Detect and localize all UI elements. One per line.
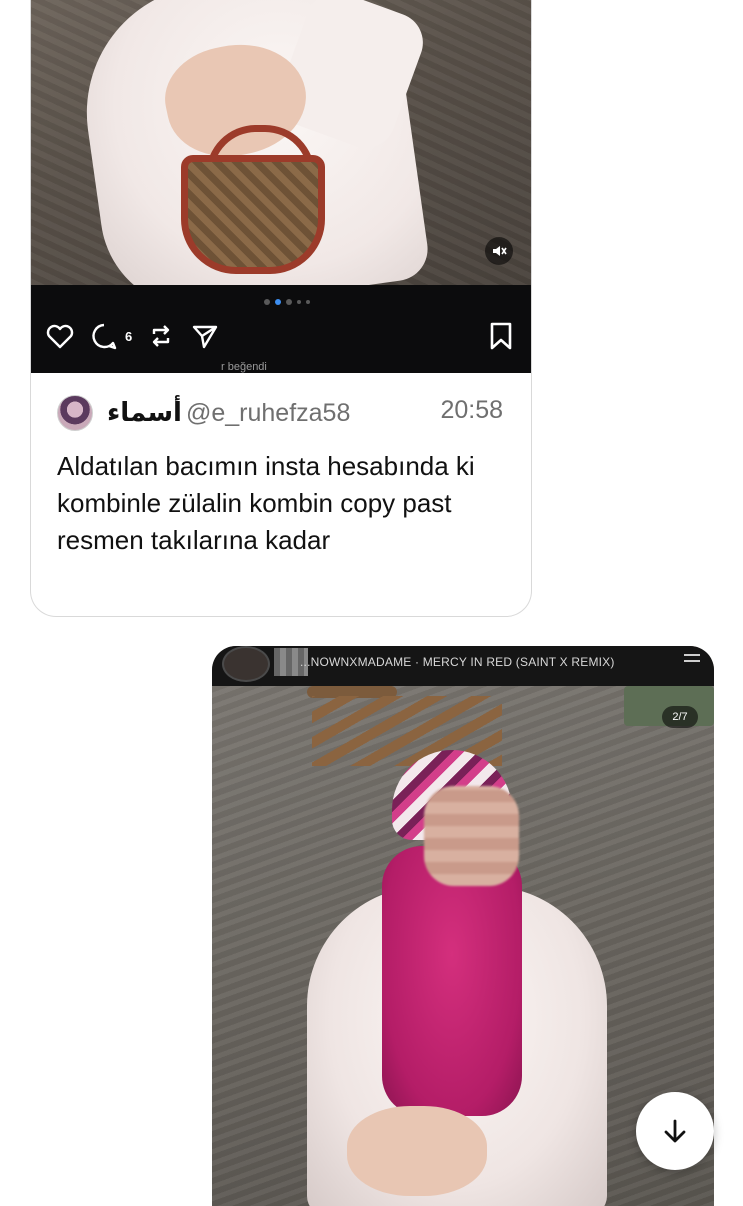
repost-icon[interactable] <box>146 321 176 351</box>
story-header: ...NOWNXMADAME · MERCY IN RED (SAINT X R… <box>212 646 714 686</box>
post-photo[interactable] <box>31 0 531 285</box>
heart-icon[interactable] <box>45 321 75 351</box>
author-handle[interactable]: @e_ruhefza58 <box>186 399 350 428</box>
send-icon[interactable] <box>190 321 220 351</box>
carousel-dot-active <box>275 299 281 305</box>
instagram-action-bar: 6 r beğendi <box>31 285 531 373</box>
carousel-dot <box>286 299 292 305</box>
carousel-dot <box>306 300 310 304</box>
handbag <box>181 155 325 274</box>
menu-icon[interactable] <box>684 654 700 668</box>
hands <box>347 1106 487 1196</box>
muted-speaker-icon[interactable] <box>485 237 513 265</box>
page-indicator: 2/7 <box>662 706 698 728</box>
carousel-dots <box>264 299 310 305</box>
pixelated-face <box>424 786 519 886</box>
pink-scarf <box>382 846 522 1116</box>
author-name[interactable]: أسماء <box>107 398 182 428</box>
music-title: ...NOWNXMADAME · MERCY IN RED (SAINT X R… <box>300 655 615 669</box>
comment-icon[interactable] <box>89 321 119 351</box>
carousel-dot <box>297 300 301 304</box>
liked-by-text: r beğendi <box>221 361 267 373</box>
avatar[interactable] <box>57 395 93 431</box>
story-avatar <box>222 646 270 682</box>
arrow-down-icon <box>664 1119 686 1143</box>
carousel-dot <box>264 299 270 305</box>
action-icons: 6 <box>45 321 220 351</box>
comment-count: 6 <box>125 328 133 344</box>
tweet-time: 20:58 <box>440 396 503 424</box>
tweet-author[interactable]: أسماء @e_ruhefza58 <box>57 395 350 431</box>
tweet-text: Aldatılan bacımın insta hesabında ki kom… <box>57 451 475 555</box>
quoted-tweet-card[interactable]: 6 r beğendi أسماء @e_ruhefza58 20:58 Ald… <box>30 0 532 617</box>
bookmark-icon[interactable] <box>487 321 515 351</box>
scroll-down-button[interactable] <box>636 1092 714 1170</box>
